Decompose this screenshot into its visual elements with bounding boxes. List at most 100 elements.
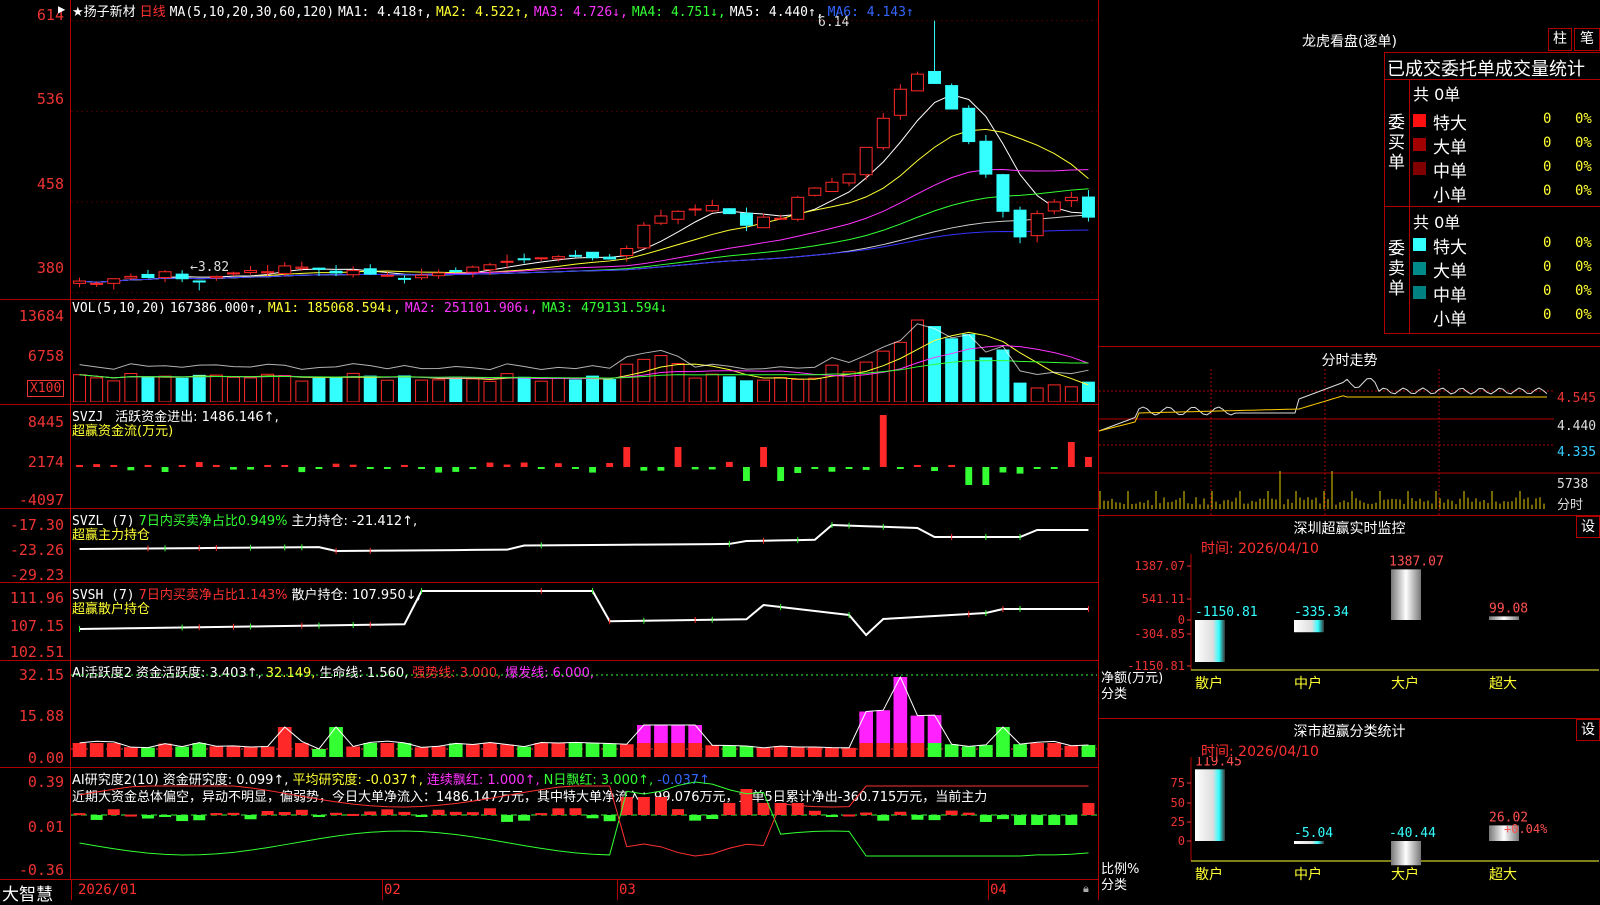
volume-bar — [124, 373, 138, 402]
flow-bar — [589, 467, 596, 473]
activity-bar — [534, 743, 549, 757]
activity-chart[interactable] — [71, 661, 1097, 767]
candle-body — [671, 210, 685, 220]
svsh-pane[interactable]: 111.96 107.15 102.51 SVSH (7) 7日内买卖净占比1.1… — [0, 583, 1098, 661]
activity-bar — [414, 747, 429, 757]
intraday-price-high: 4.545 — [1557, 391, 1597, 406]
volume-bar — [449, 376, 463, 402]
svzj-pane[interactable]: 8445 2174 -4097 SVZJ 活跃资金进出: 1486.146↑, … — [0, 405, 1098, 509]
activity-bar — [961, 746, 976, 757]
volume-chart[interactable] — [71, 314, 1097, 402]
order-stats-heading: 已成交委托单成交量统计 — [1387, 59, 1585, 80]
activity-bar — [431, 746, 446, 757]
candle-body — [90, 282, 104, 285]
ai-research-pane[interactable]: 0.39 0.01 -0.36 AI研究度2(10) 资金研究度: 0.099↑,… — [0, 768, 1098, 880]
activity-bar — [397, 743, 412, 757]
sz-class-settings-button[interactable]: 设 — [1576, 719, 1600, 741]
activity-bar — [277, 743, 292, 757]
candle-body — [637, 224, 651, 249]
order-type: 特大 — [1433, 114, 1467, 134]
activity-bar — [1064, 745, 1079, 757]
volume-bar — [1064, 386, 1078, 402]
intraday-chart[interactable] — [1099, 369, 1600, 515]
candle-body — [415, 274, 429, 279]
ai-activity-pane[interactable]: 32.15 15.88 0.00 AI活跃度2 资金活跃度: 3.403↑, 32.… — [0, 661, 1098, 768]
order-percent: 0% — [1575, 183, 1592, 199]
flow-bar — [212, 465, 220, 467]
order-type: 大单 — [1433, 138, 1467, 158]
category-label: 大户 — [1391, 675, 1419, 692]
candle-body — [774, 217, 788, 220]
research-bar — [843, 814, 856, 817]
order-volume: 0 — [1543, 159, 1552, 175]
kline-plot[interactable] — [71, 16, 1098, 295]
candle-body — [209, 275, 223, 279]
activity-bar — [260, 746, 275, 757]
sz-class-chart: 7550250119.45散户-5.04中户-40.44大户26.02超大比例%… — [1101, 757, 1599, 893]
research-bar — [535, 813, 548, 816]
pen-mode-button[interactable]: 笔 — [1574, 28, 1600, 51]
order-volume: 0 — [1543, 283, 1552, 299]
volume-bar — [1013, 382, 1027, 402]
order-row: 特大 0 0% — [1413, 233, 1599, 258]
value-label: 99.08 — [1489, 601, 1528, 616]
volume-pane[interactable]: 13684 6758 X100 VOL(5,10,20) 167386.000↑,… — [0, 300, 1098, 405]
research-bar — [107, 809, 120, 815]
ai-activity-plot[interactable] — [71, 661, 1098, 767]
activity-bar — [756, 747, 771, 757]
candlestick-chart[interactable] — [71, 16, 1097, 295]
order-type: 中单 — [1433, 162, 1467, 182]
money-flow-chart[interactable] — [71, 405, 1097, 508]
settings-arrow-icon[interactable]: ▶ — [58, 2, 65, 16]
kline-pane[interactable]: 614 536 458 380 ▶ ★扬子新材 日线 MA(5,10,20,30,6… — [0, 0, 1098, 300]
svzj-plot[interactable] — [71, 405, 1098, 508]
candle-body — [586, 251, 600, 259]
order-color-swatch — [1413, 286, 1426, 299]
bar-mode-button[interactable]: 柱 — [1548, 28, 1572, 51]
retail-holding-line — [79, 590, 1089, 637]
research-bar — [706, 815, 719, 820]
flow-bar — [435, 467, 443, 473]
activity-bar — [226, 745, 241, 757]
candle-body — [551, 256, 565, 260]
volume-bar — [791, 378, 805, 402]
flow-bar — [896, 467, 904, 469]
intraday-panel[interactable]: 分时走势 4.545 4.440 4.335 5738 分时 — [1099, 346, 1600, 515]
y-tick: 75 — [1171, 776, 1185, 790]
volume-bar — [876, 350, 890, 402]
candle-body — [739, 212, 753, 226]
volume-bar — [192, 374, 206, 402]
flow-bar — [383, 467, 391, 469]
value-label: 1387.07 — [1389, 554, 1444, 569]
activity-bar — [124, 747, 138, 757]
candle-body — [1047, 201, 1061, 212]
volume-bar — [688, 377, 702, 402]
order-type: 小单 — [1433, 186, 1467, 206]
order-volume: 0 — [1543, 259, 1552, 275]
ai-research-plot[interactable] — [71, 768, 1098, 879]
activity-bar — [773, 746, 788, 757]
candle-body — [124, 275, 138, 279]
order-color-swatch — [1413, 162, 1426, 175]
svsh-plot[interactable] — [71, 583, 1098, 660]
research-bar — [432, 809, 445, 815]
svzl-pane[interactable]: -17.30 -23.26 -29.23 SVZL (7) 7日内买卖净占比0.9… — [0, 509, 1098, 584]
x-axis-bar: 大智慧 2026/01 02 03 04 🔒︎ — [0, 880, 1098, 905]
order-row: 小单 0 0% — [1413, 305, 1599, 330]
activity-bar — [927, 743, 942, 757]
research-chart[interactable] — [71, 768, 1097, 879]
retail-holding-chart[interactable] — [71, 583, 1097, 660]
activity-bar — [808, 747, 822, 757]
candle-body — [329, 270, 343, 274]
main-holding-chart[interactable] — [71, 509, 1097, 582]
sz-monitor-settings-button[interactable]: 设 — [1576, 516, 1600, 538]
svzl-plot[interactable] — [71, 509, 1098, 582]
order-volume: 0 — [1543, 235, 1552, 251]
order-volume: 0 — [1543, 135, 1552, 151]
activity-bar — [619, 744, 634, 757]
x-tick: 04 — [990, 882, 1007, 898]
lock-icon[interactable]: 🔒︎ — [1083, 882, 1089, 896]
flow-bar — [418, 467, 425, 469]
volume-bar — [996, 349, 1010, 402]
volume-plot[interactable] — [71, 314, 1098, 402]
